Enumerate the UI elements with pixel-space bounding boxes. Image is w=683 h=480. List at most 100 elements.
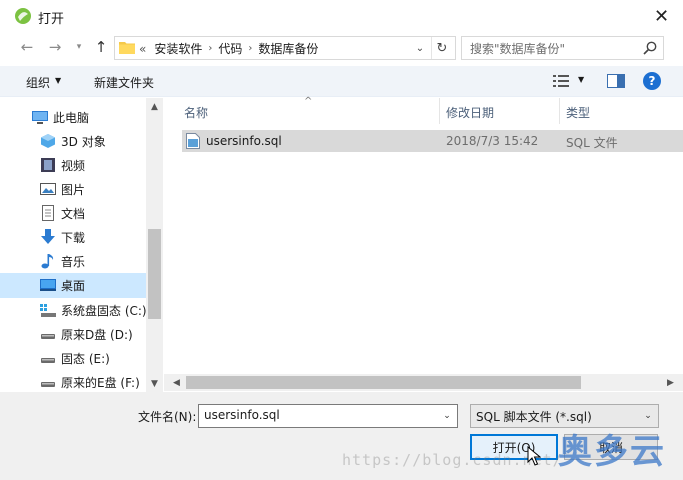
file-name: usersinfo.sql — [206, 134, 282, 148]
nav-item-downloads[interactable]: 下载 — [0, 225, 146, 249]
nav-item-drive-d[interactable]: 原来D盘 (D:) — [0, 322, 146, 346]
system-drive-icon — [40, 304, 56, 317]
scroll-left-icon[interactable]: ◀ — [168, 374, 185, 391]
filename-label: 文件名(N): — [138, 410, 197, 424]
computer-icon — [32, 111, 48, 124]
preview-pane-icon[interactable] — [607, 74, 625, 88]
nav-item-drive-f[interactable]: 原来的E盘 (F:) — [0, 370, 146, 394]
navigation-pane: 此电脑 3D 对象 视频 图片 文档 下载 音乐 桌面 系统盘固态 (C:) 原… — [0, 98, 164, 392]
chevron-down-icon: ⌄ — [415, 42, 425, 54]
breadcrumb: « 安装软件 › 代码 › 数据库备份 — [139, 40, 318, 57]
address-bar[interactable]: « 安装软件 › 代码 › 数据库备份 ⌄ ↻ — [114, 36, 456, 60]
refresh-button[interactable]: ↻ — [431, 37, 453, 59]
close-button[interactable]: ✕ — [640, 0, 683, 32]
sort-ascending-icon: ^ — [304, 96, 313, 107]
up-button[interactable]: ↑ — [90, 36, 112, 58]
file-type: SQL 文件 — [566, 136, 618, 150]
column-header-type[interactable]: 类型 — [566, 104, 590, 121]
nav-item-desktop[interactable]: 桌面 — [0, 273, 146, 298]
chevron-down-icon[interactable]: ⌄ — [437, 405, 457, 427]
chevron-right-icon[interactable]: › — [248, 43, 252, 54]
app-logo-icon — [15, 8, 31, 24]
scroll-down-icon[interactable]: ▼ — [146, 375, 163, 392]
3d-objects-icon — [41, 134, 55, 148]
caret-down-icon[interactable]: ▼ — [578, 75, 584, 84]
nav-item-label: 视频 — [61, 159, 86, 173]
chevron-down-icon: ▾ — [76, 42, 82, 52]
address-dropdown-button[interactable]: ⌄ — [409, 37, 432, 59]
arrow-up-icon: ↑ — [94, 38, 108, 56]
nav-scrollbar[interactable]: ▲ ▼ — [146, 98, 163, 392]
breadcrumb-item[interactable]: 安装软件 — [154, 40, 202, 57]
command-bar: 组织 ▼ 新建文件夹 ▼ ? — [0, 66, 683, 97]
desktop-icon — [40, 279, 56, 291]
nav-item-pictures[interactable]: 图片 — [0, 177, 146, 201]
breadcrumb-item[interactable]: 代码 — [218, 40, 242, 57]
file-modified: 2018/7/3 15:42 — [446, 134, 539, 148]
caret-down-icon[interactable]: ▼ — [55, 76, 61, 85]
nav-item-drive-c[interactable]: 系统盘固态 (C:) — [0, 298, 147, 322]
search-input[interactable]: 搜索"数据库备份" — [470, 40, 565, 57]
column-headers: ^ 名称 修改日期 类型 — [164, 96, 683, 124]
table-row[interactable]: usersinfo.sql 2018/7/3 15:42 SQL 文件 — [182, 130, 683, 152]
nav-item-label: 此电脑 — [53, 111, 90, 125]
new-folder-button[interactable]: 新建文件夹 — [94, 74, 154, 91]
video-icon — [41, 158, 55, 172]
folder-icon — [119, 42, 135, 54]
nav-item-video[interactable]: 视频 — [0, 153, 146, 177]
horizontal-scrollbar-thumb[interactable] — [186, 376, 581, 389]
search-box[interactable]: 搜索"数据库备份" — [461, 36, 664, 60]
filename-combobox[interactable]: usersinfo.sql ⌄ — [198, 404, 458, 428]
view-options-icon[interactable] — [553, 75, 569, 87]
nav-item-label: 3D 对象 — [61, 135, 106, 149]
column-header-modified[interactable]: 修改日期 — [446, 104, 494, 121]
nav-item-label: 系统盘固态 (C:) — [61, 304, 147, 318]
back-button[interactable]: ← — [16, 36, 38, 58]
breadcrumb-item[interactable]: 数据库备份 — [258, 40, 318, 57]
nav-item-label: 文档 — [61, 207, 86, 221]
nav-item-label: 音乐 — [61, 255, 86, 269]
column-divider[interactable] — [559, 98, 560, 124]
nav-item-drive-e[interactable]: 固态 (E:) — [0, 346, 146, 370]
filename-input[interactable]: usersinfo.sql — [204, 408, 280, 422]
arrow-right-icon: → — [48, 38, 62, 56]
sql-file-icon — [186, 133, 200, 149]
nav-item-label: 原来的E盘 (F:) — [61, 376, 140, 390]
arrow-left-icon: ← — [20, 38, 34, 56]
filetype-value: SQL 脚本文件 (*.sql) — [476, 410, 592, 424]
nav-item-label: 原来D盘 (D:) — [61, 328, 133, 342]
nav-scrollbar-thumb[interactable] — [148, 229, 161, 319]
title-bar: 打开 ✕ — [0, 0, 683, 32]
picture-icon — [40, 183, 56, 195]
recent-locations-button[interactable]: ▾ — [68, 36, 90, 58]
horizontal-scrollbar[interactable]: ◀ ▶ — [164, 374, 683, 391]
download-icon — [41, 229, 55, 244]
nav-item-this-pc[interactable]: 此电脑 — [0, 105, 146, 129]
scroll-up-icon[interactable]: ▲ — [146, 98, 163, 115]
help-icon[interactable]: ? — [643, 72, 661, 90]
chevron-right-icon[interactable]: › — [208, 43, 212, 54]
document-icon — [42, 205, 54, 221]
refresh-icon: ↻ — [436, 40, 448, 56]
organize-button[interactable]: 组织 — [26, 74, 50, 91]
address-row: ← → ▾ ↑ « 安装软件 › 代码 › 数据库备份 ⌄ ↻ 搜索"数据库备份… — [0, 32, 683, 62]
search-icon — [643, 41, 657, 55]
nav-item-label: 下载 — [61, 231, 86, 245]
breadcrumb-overflow[interactable]: « — [139, 42, 146, 56]
nav-item-music[interactable]: 音乐 — [0, 249, 146, 273]
watermark-brand: 奥多云 — [558, 432, 666, 472]
drive-icon — [41, 334, 55, 339]
mouse-cursor-icon — [527, 446, 541, 466]
nav-item-documents[interactable]: 文档 — [0, 201, 146, 225]
music-icon — [41, 254, 54, 269]
window-title: 打开 — [38, 12, 65, 27]
nav-item-label: 桌面 — [61, 279, 86, 293]
nav-item-label: 图片 — [61, 183, 86, 197]
nav-item-3d-objects[interactable]: 3D 对象 — [0, 129, 146, 153]
column-header-name[interactable]: 名称 — [184, 104, 208, 121]
close-icon: ✕ — [653, 5, 670, 27]
forward-button[interactable]: → — [44, 36, 66, 58]
scroll-right-icon[interactable]: ▶ — [662, 374, 679, 391]
column-divider[interactable] — [439, 98, 440, 124]
nav-item-label: 固态 (E:) — [61, 352, 110, 366]
